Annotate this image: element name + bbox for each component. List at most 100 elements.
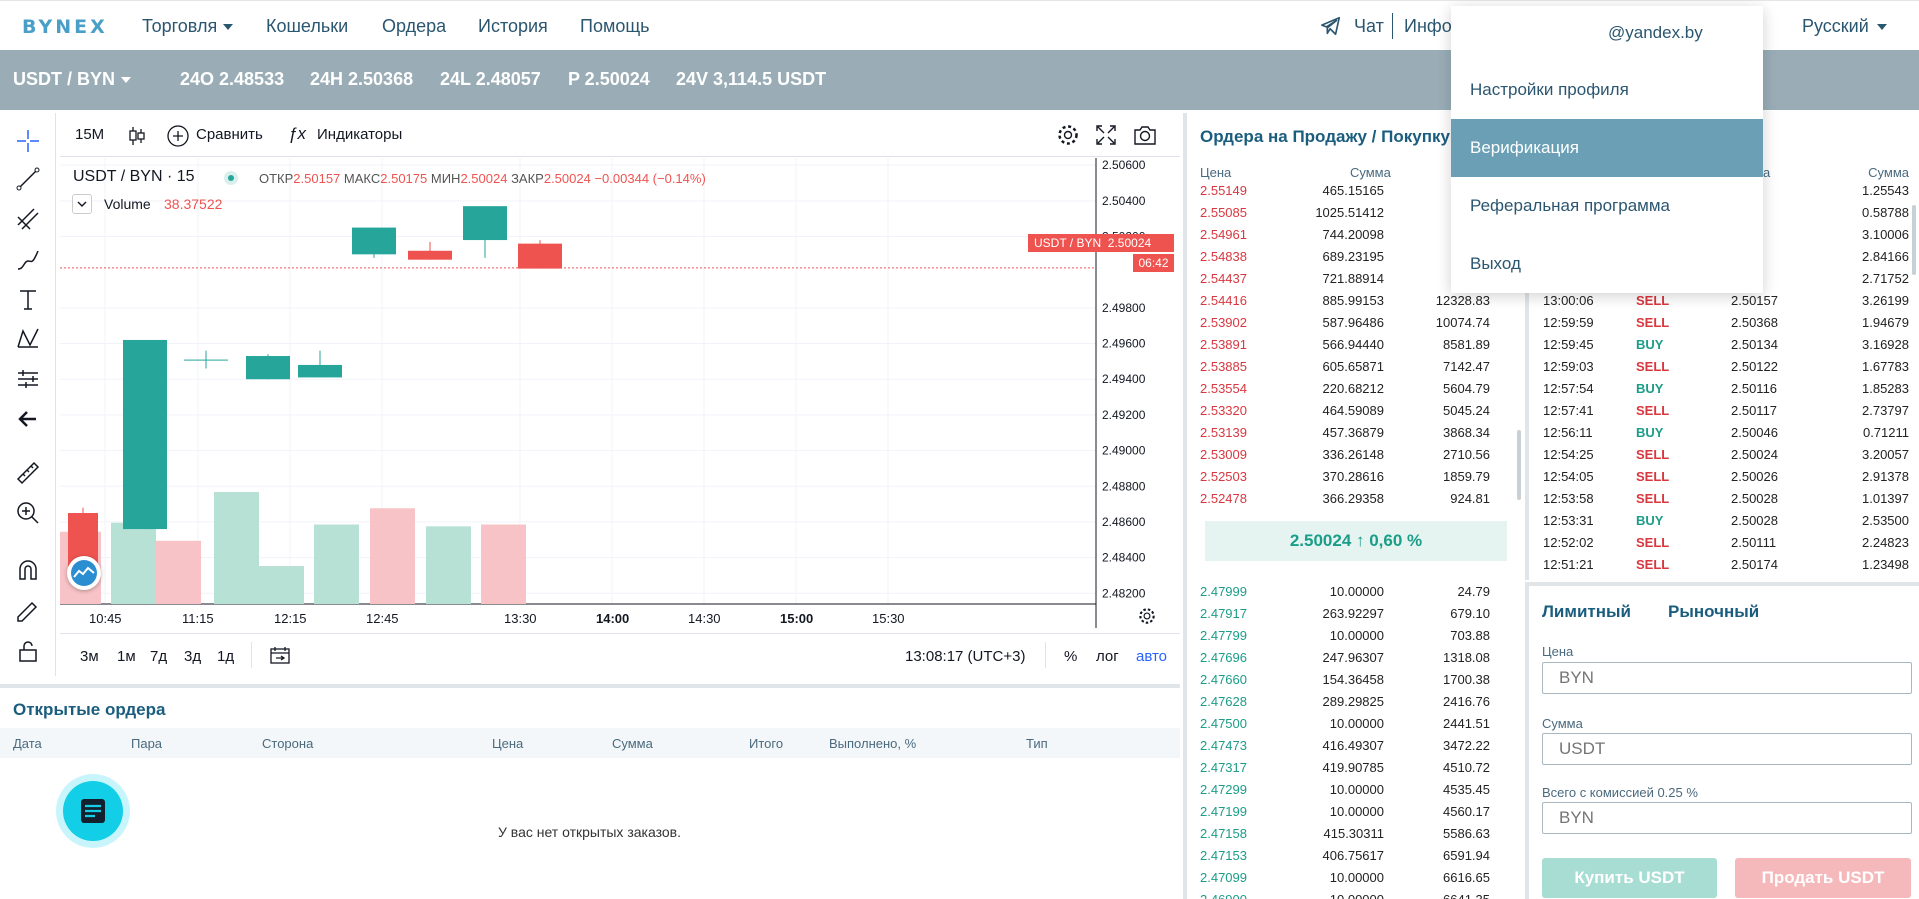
trades-scrollbar[interactable] <box>1912 205 1916 275</box>
chat-fab[interactable] <box>56 774 130 848</box>
col-filled[interactable]: Выполнено, % <box>829 736 916 751</box>
tab-limit[interactable]: Лимитный <box>1542 602 1631 622</box>
ask-row[interactable]: 2.53891 566.94440 8581.89 <box>1187 333 1526 355</box>
ask-row[interactable]: 2.52503 370.28616 1859.79 <box>1187 465 1526 487</box>
menu-referral[interactable]: Реферальная программа <box>1451 177 1763 235</box>
bid-row[interactable]: 2.47660 154.36458 1700.38 <box>1187 668 1526 690</box>
col-total[interactable]: Итого <box>749 736 783 751</box>
range-1m[interactable]: 1м <box>117 648 136 665</box>
bid-row[interactable]: 2.47153 406.75617 6591.94 <box>1187 844 1526 866</box>
percent-scale-toggle[interactable]: % <box>1064 648 1077 665</box>
bid-row[interactable]: 2.47299 10.00000 4535.45 <box>1187 778 1526 800</box>
bid-row[interactable]: 2.47500 10.00000 2441.51 <box>1187 712 1526 734</box>
bid-row[interactable]: 2.47473 416.49307 3472.22 <box>1187 734 1526 756</box>
bid-row[interactable]: 2.46900 10.00000 6641.35 <box>1187 888 1526 899</box>
telegram-icon[interactable] <box>1320 15 1342 37</box>
bid-row[interactable]: 2.47999 10.00000 24.79 <box>1187 580 1526 602</box>
total-input[interactable] <box>1542 802 1912 834</box>
nav-wallets[interactable]: Кошельки <box>266 16 348 37</box>
range-7d[interactable]: 7д <box>150 648 167 665</box>
col-price[interactable]: Цена <box>492 736 523 751</box>
ask-sum: 10074.74 <box>1435 315 1490 330</box>
bid-row[interactable]: 2.47628 289.29825 2416.76 <box>1187 690 1526 712</box>
chat-link[interactable]: Чат <box>1354 16 1384 37</box>
fib-icon[interactable] <box>14 205 42 233</box>
tradingview-logo[interactable] <box>67 556 101 590</box>
menu-verification[interactable]: Верификация <box>1451 119 1763 177</box>
bid-row[interactable]: 2.47799 10.00000 703.88 <box>1187 624 1526 646</box>
measure-tools-icon[interactable] <box>14 365 42 393</box>
ruler-icon[interactable] <box>14 459 42 487</box>
fullscreen-icon[interactable] <box>1094 123 1118 147</box>
buy-button[interactable]: Купить USDT <box>1542 858 1717 898</box>
range-3m[interactable]: 3м <box>80 648 99 665</box>
interval-selector[interactable]: 15M <box>75 126 104 143</box>
trade-amount: 1.67783 <box>1862 359 1909 374</box>
range-1d[interactable]: 1д <box>217 648 234 665</box>
axis-settings-icon[interactable] <box>1137 606 1157 626</box>
arrow-left-icon[interactable] <box>14 405 42 433</box>
crosshair-icon[interactable] <box>14 127 42 155</box>
price-input[interactable] <box>1542 662 1912 694</box>
camera-icon[interactable] <box>1132 123 1158 147</box>
ask-row[interactable]: 2.53320 464.59089 5045.24 <box>1187 399 1526 421</box>
bid-row[interactable]: 2.47199 10.00000 4560.17 <box>1187 800 1526 822</box>
nav-history[interactable]: История <box>478 16 548 37</box>
nav-trading[interactable]: Торговля <box>142 16 234 37</box>
bid-row[interactable]: 2.47696 247.96307 1318.08 <box>1187 646 1526 668</box>
sell-button[interactable]: Продать USDT <box>1735 858 1911 898</box>
zoom-in-icon[interactable] <box>14 499 42 527</box>
col-amount[interactable]: Сумма <box>612 736 653 751</box>
logo[interactable]: BYNEX <box>22 16 108 38</box>
pattern-icon[interactable] <box>14 325 42 353</box>
log-scale-toggle[interactable]: лог <box>1096 648 1119 665</box>
col-type[interactable]: Тип <box>1026 736 1048 751</box>
menu-logout[interactable]: Выход <box>1451 235 1763 293</box>
x-tick-label: 12:45 <box>366 611 399 626</box>
fx-icon[interactable]: ƒx <box>288 124 306 144</box>
settings-gear-icon[interactable] <box>1056 123 1080 147</box>
nav-orders[interactable]: Ордера <box>382 16 446 37</box>
divider <box>1045 642 1046 668</box>
col-pair[interactable]: Пара <box>131 736 162 751</box>
ask-row[interactable]: 2.53885 605.65871 7142.47 <box>1187 355 1526 377</box>
ask-row[interactable]: 2.53554 220.68212 5604.79 <box>1187 377 1526 399</box>
pair-selector[interactable]: USDT / BYN <box>13 69 132 90</box>
bid-row[interactable]: 2.47099 10.00000 6616.65 <box>1187 866 1526 888</box>
menu-profile-settings[interactable]: Настройки профиля <box>1451 61 1763 119</box>
ask-row[interactable]: 2.53009 336.26148 2710.56 <box>1187 443 1526 465</box>
col-side[interactable]: Сторона <box>262 736 313 751</box>
chart-area[interactable]: 2.506002.504002.502002.498002.496002.494… <box>60 158 1180 628</box>
orderbook-scrollbar[interactable] <box>1517 430 1521 500</box>
bid-row[interactable]: 2.47158 415.30311 5586.63 <box>1187 822 1526 844</box>
collapse-legend-button[interactable] <box>72 194 92 214</box>
volume-bar <box>481 524 526 604</box>
brush-icon[interactable] <box>14 245 42 273</box>
candles-icon[interactable] <box>126 125 148 147</box>
candlestick-chart[interactable]: 2.506002.504002.502002.498002.496002.494… <box>60 158 1180 628</box>
language-selector[interactable]: Русский <box>1802 16 1887 37</box>
bid-row[interactable]: 2.47317 419.90785 4510.72 <box>1187 756 1526 778</box>
col-date[interactable]: Дата <box>13 736 42 751</box>
trendline-icon[interactable] <box>14 165 42 193</box>
date-range-icon[interactable] <box>269 645 291 665</box>
tab-market[interactable]: Рыночный <box>1668 602 1759 622</box>
ask-row[interactable]: 2.52478 366.29358 924.81 <box>1187 487 1526 509</box>
ask-row[interactable]: 2.53139 457.36879 3868.34 <box>1187 421 1526 443</box>
volume-label: Volume <box>104 196 151 212</box>
lock-icon[interactable] <box>14 637 42 665</box>
ask-row[interactable]: 2.53902 587.96486 10074.74 <box>1187 311 1526 333</box>
text-tool-icon[interactable] <box>14 285 42 313</box>
pencil-lock-icon[interactable] <box>14 597 42 625</box>
bid-row[interactable]: 2.47917 263.92297 679.10 <box>1187 602 1526 624</box>
range-3d[interactable]: 3д <box>184 648 201 665</box>
auto-scale-toggle[interactable]: авто <box>1136 648 1167 665</box>
compare-button[interactable]: Сравнить <box>196 126 263 143</box>
indicators-button[interactable]: Индикаторы <box>317 126 402 143</box>
trade-price: 2.50134 <box>1731 337 1778 352</box>
magnet-icon[interactable] <box>14 557 42 585</box>
nav-help[interactable]: Помощь <box>580 16 650 37</box>
amount-input[interactable] <box>1542 733 1912 765</box>
info-link[interactable]: Инфо <box>1404 16 1452 37</box>
plus-circle-icon[interactable] <box>166 124 190 148</box>
